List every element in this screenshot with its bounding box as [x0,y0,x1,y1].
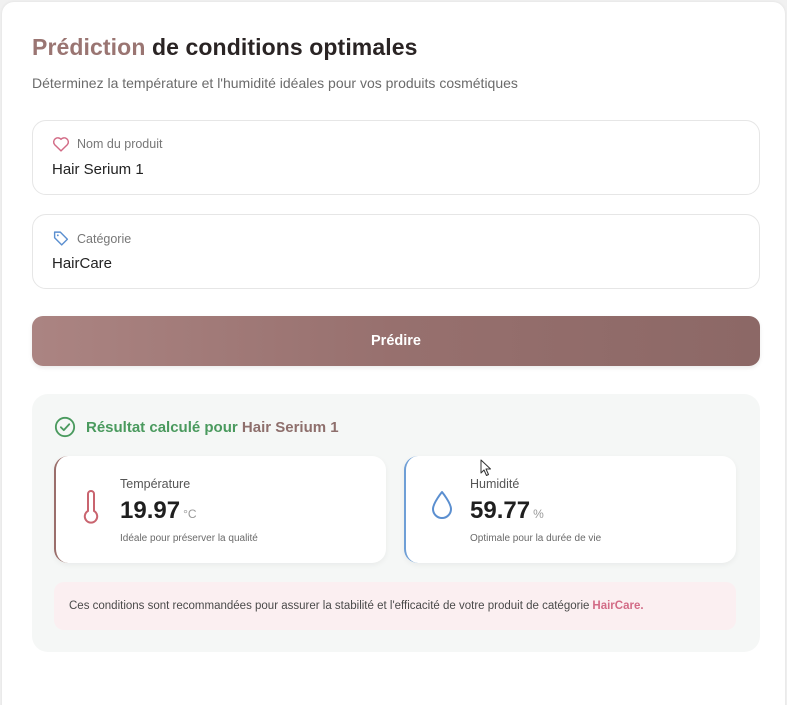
result-heading-text: Résultat calculé pour [86,418,238,436]
category-input[interactable]: HairCare [52,255,112,272]
recommendation-banner: Ces conditions sont recommandées pour as… [54,582,736,630]
product-name-label: Nom du produit [77,137,163,151]
tag-icon [53,231,69,246]
product-name-field[interactable]: Nom du produit Hair Serium 1 [32,120,760,195]
page-subtitle: Déterminez la température et l'humidité … [32,75,518,91]
result-panel: Résultat calculé pour Hair Serium 1 Temp… [32,394,760,652]
page-title: Prédiction de conditions optimales [32,34,418,61]
temperature-unit: °C [183,507,197,521]
humidity-value-row: 59.77% [470,497,544,525]
category-label-row: Catégorie [52,230,131,247]
temperature-note: Idéale pour préserver la qualité [120,533,258,544]
temperature-label: Température [120,477,191,491]
droplet-icon [432,491,452,519]
mouse-cursor-icon [480,459,491,476]
temperature-value: 19.97 [120,497,181,524]
category-field[interactable]: Catégorie HairCare [32,214,760,289]
humidity-label: Humidité [470,477,520,491]
result-heading: Résultat calculé pour Hair Serium 1 [54,416,339,438]
product-name-label-row: Nom du produit [52,136,162,152]
title-rest: de conditions optimales [151,34,418,60]
product-name-input[interactable]: Hair Serium 1 [52,161,144,178]
check-circle-icon [54,416,76,438]
temperature-card: Température 19.97 °C Idéale pour préserve… [54,456,386,563]
thermometer-icon [83,490,99,524]
humidity-card: Humidité 59.77% Optimale pour la durée d… [404,456,736,563]
result-product-name: Hair Serium 1 [241,418,339,436]
recommendation-text: Ces conditions sont recommandées pour as… [69,600,590,612]
title-accent: Prédiction [32,34,146,60]
recommendation-category: HairCare. [592,600,644,612]
heart-icon [52,137,70,152]
temperature-value-row: 19.97 °C [120,497,197,525]
humidity-note: Optimale pour la durée de vie [470,533,602,544]
predict-button[interactable]: Prédire [32,316,760,366]
humidity-value: 59.77 [470,497,531,524]
humidity-unit: % [533,507,544,521]
prediction-card: Prédiction de conditions optimales Déter… [2,2,785,705]
category-label: Catégorie [77,231,132,246]
